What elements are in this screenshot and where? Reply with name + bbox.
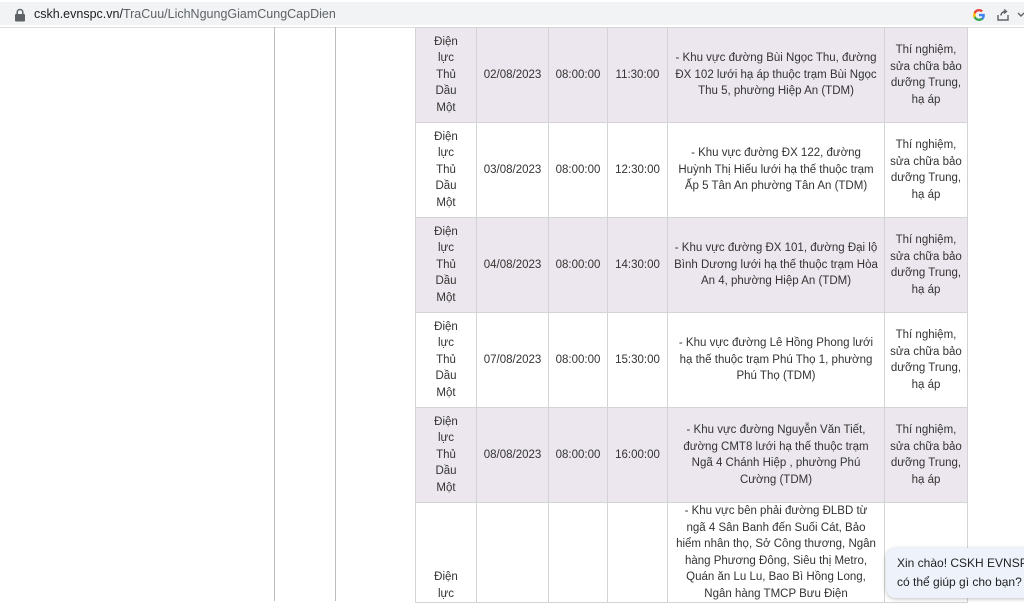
column-divider xyxy=(335,27,336,601)
unit-word: lực xyxy=(437,52,454,65)
area-cell: - Khu vực đường Lê Hồng Phong lưới hạ th… xyxy=(667,312,885,408)
unit-word: Thủ xyxy=(436,258,456,271)
address-bar[interactable]: cskh.evnspc.vn/TraCuu/LichNgungGiamCungC… xyxy=(0,2,1024,25)
url-host: cskh.evnspc.vn/ xyxy=(34,7,123,21)
start-time-cell: 08:00:00 xyxy=(548,27,608,123)
unit-word: Điện xyxy=(434,130,458,143)
unit-word: Một xyxy=(436,481,456,494)
unit-word: Thủ xyxy=(436,448,456,461)
unit-word: Điện xyxy=(434,35,458,48)
unit-word: Điện xyxy=(434,571,458,583)
unit-cell: Điện lực Thủ Dầu Một xyxy=(415,217,477,313)
lock-icon[interactable] xyxy=(14,8,26,22)
date-cell: 08/08/2023 xyxy=(476,407,549,503)
table-row: Điện lực Thủ Dầu Một 07/08/2023 08:00:00 15:30:… xyxy=(415,312,968,408)
end-time-cell: 12:30:00 xyxy=(607,122,668,218)
url-path: TraCuu/LichNgungGiamCungCapDien xyxy=(122,7,336,21)
outage-schedule-table: Điện lực Thủ Dầu Một 02/08/2023 08:00:00 11:30:… xyxy=(415,27,968,603)
start-time-cell: 08:00:00 xyxy=(548,407,608,503)
start-time-cell: 08:00:00 xyxy=(548,217,608,313)
table-row: Điện lực Thủ Dầu Một 08/08/2023 08:00:00 16:00:… xyxy=(415,407,968,503)
unit-cell: Điện lực Thủ Dầu Một xyxy=(415,122,477,218)
unit-word: Một xyxy=(436,196,456,209)
unit-word: Một xyxy=(436,291,456,304)
empty-cell xyxy=(476,502,549,603)
unit-word: lực xyxy=(437,587,454,600)
end-time-cell: 14:30:00 xyxy=(607,217,668,313)
unit-word: Dầu xyxy=(435,370,457,383)
date-cell: 03/08/2023 xyxy=(476,122,549,218)
table-row: Điện lực Thủ Dầu Một 03/08/2023 08:00:00 12:30:… xyxy=(415,122,968,218)
unit-word: lực xyxy=(437,337,454,350)
end-time-cell: 15:30:00 xyxy=(607,312,668,408)
empty-cell xyxy=(548,502,608,603)
column-divider xyxy=(274,27,275,601)
table-row: Điện lực Thủ Dầu Một 02/08/2023 08:00:00 11:30:… xyxy=(415,27,968,123)
google-icon[interactable] xyxy=(972,8,986,22)
browser-toolbar: cskh.evnspc.vn/TraCuu/LichNgungGiamCungC… xyxy=(0,0,1024,28)
unit-cell: Điện lực Thủ Dầu Một xyxy=(415,407,477,503)
share-icon[interactable] xyxy=(996,8,1010,22)
reason-cell: Thí nghiệm, sửa chữa bảo dưỡng Trung, hạ… xyxy=(884,312,968,408)
reason-cell: Thí nghiệm, sửa chữa bảo dưỡng Trung, hạ… xyxy=(884,217,968,313)
start-time-cell: 08:00:00 xyxy=(548,122,608,218)
table-row: Điện lực - Khu vực bên phải đường ĐLBD từ … xyxy=(415,502,968,603)
unit-word: Dầu xyxy=(435,275,457,288)
unit-word: Điện xyxy=(434,225,458,238)
end-time-cell: 11:30:00 xyxy=(607,27,668,123)
start-time-cell: 08:00:00 xyxy=(548,312,608,408)
table-row: Điện lực Thủ Dầu Một 04/08/2023 08:00:00 14:30:… xyxy=(415,217,968,313)
unit-word: lực xyxy=(437,432,454,445)
unit-word: Điện xyxy=(434,415,458,428)
area-cell: - Khu vực bên phải đường ĐLBD từ ngã 4 S… xyxy=(667,502,885,603)
area-cell: - Khu vực đường Bùi Ngọc Thu, đường ĐX 1… xyxy=(667,27,885,123)
unit-cell: Điện lực xyxy=(415,502,477,603)
chat-question: có thể giúp gì cho bạn? xyxy=(897,575,1022,589)
unit-word: Thủ xyxy=(436,353,456,366)
area-cell: - Khu vực đường ĐX 101, đường Đại lộ Bìn… xyxy=(667,217,885,313)
support-chat-bubble[interactable]: Xin chào! CSKH EVNSPC có thể giúp gì cho… xyxy=(886,548,1024,598)
unit-word: Dầu xyxy=(435,85,457,98)
reason-cell: Thí nghiệm, sửa chữa bảo dưỡng Trung, hạ… xyxy=(884,122,968,218)
area-cell: - Khu vực đường Nguyễn Văn Tiết, đường C… xyxy=(667,407,885,503)
date-cell: 07/08/2023 xyxy=(476,312,549,408)
reason-cell: Thí nghiệm, sửa chữa bảo dưỡng Trung, hạ… xyxy=(884,407,968,503)
end-time-cell: 16:00:00 xyxy=(607,407,668,503)
unit-word: lực xyxy=(437,242,454,255)
area-cell: - Khu vực đường ĐX 122, đường Huỳnh Thị … xyxy=(667,122,885,218)
unit-word: Thủ xyxy=(436,163,456,176)
unit-word: Một xyxy=(436,386,456,399)
unit-word: Dầu xyxy=(435,180,457,193)
unit-cell: Điện lực Thủ Dầu Một xyxy=(415,312,477,408)
unit-word: lực xyxy=(437,147,454,160)
unit-word: Thủ xyxy=(436,68,456,81)
date-cell: 04/08/2023 xyxy=(476,217,549,313)
unit-word: Dầu xyxy=(435,465,457,478)
date-cell: 02/08/2023 xyxy=(476,27,549,123)
unit-cell: Điện lực Thủ Dầu Một xyxy=(415,27,477,123)
chat-greeting: Xin chào! CSKH EVNSPC xyxy=(897,556,1024,570)
unit-word: Điện xyxy=(434,320,458,333)
empty-cell xyxy=(607,502,668,603)
url-text[interactable]: cskh.evnspc.vn/TraCuu/LichNgungGiamCungC… xyxy=(34,7,336,21)
chevron-icon[interactable] xyxy=(1017,8,1024,22)
unit-word: Một xyxy=(436,101,456,114)
reason-cell: Thí nghiệm, sửa chữa bảo dưỡng Trung, hạ… xyxy=(884,27,968,123)
